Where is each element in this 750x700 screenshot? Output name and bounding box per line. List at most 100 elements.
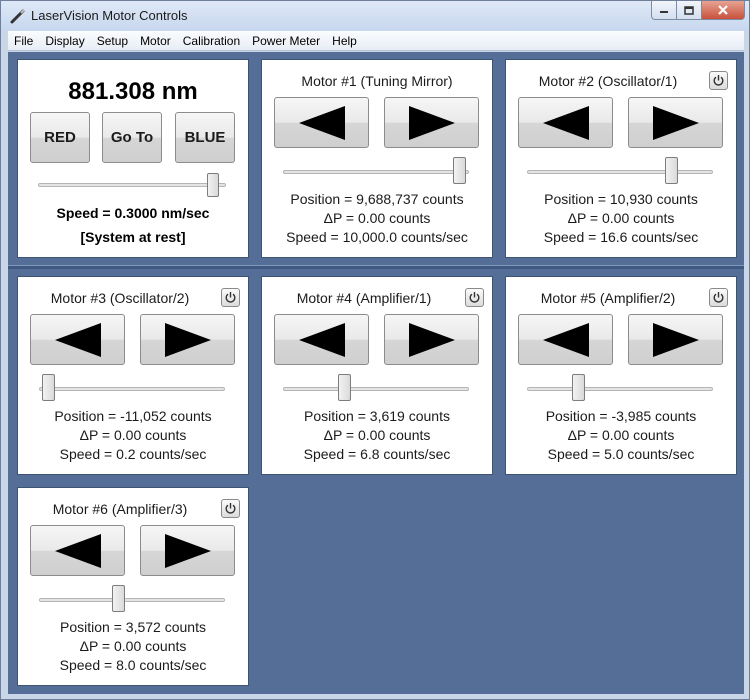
move-left-button[interactable] [30, 525, 125, 576]
delta-text: ΔP = 0.00 counts [79, 427, 187, 443]
motor-title: Motor #2 (Oscillator/1) [538, 73, 678, 89]
position-text: Position = -3,985 counts [545, 408, 697, 424]
motor-title: Motor #4 (Amplifier/1) [296, 290, 432, 306]
position-slider-track[interactable] [39, 387, 225, 391]
move-left-button[interactable] [274, 97, 369, 148]
delta-text: ΔP = 0.00 counts [323, 210, 431, 226]
wavelength-panel: 881.308 nm RED Go To BLUE Speed = 0.3000… [17, 59, 249, 258]
move-right-button[interactable] [384, 314, 479, 365]
arrow-left-icon [298, 322, 345, 357]
menu-help[interactable]: Help [326, 31, 363, 51]
laser-pen-icon [10, 9, 25, 24]
app-window: LaserVision Motor Controls File Display Se… [0, 0, 750, 700]
power-icon [225, 503, 236, 514]
wavelength-readout: 881.308 nm [68, 78, 198, 105]
position-text: Position = 3,619 counts [304, 408, 450, 424]
position-slider-track[interactable] [39, 598, 225, 602]
power-icon [469, 292, 480, 303]
position-text: Position = 9,688,737 counts [290, 191, 464, 207]
motor-title: Motor #6 (Amplifier/3) [52, 501, 188, 517]
move-right-button[interactable] [628, 97, 723, 148]
position-slider-thumb[interactable] [665, 157, 679, 184]
maximize-button[interactable] [676, 1, 702, 20]
arrow-left-icon [542, 105, 589, 140]
speed-slider-thumb[interactable] [206, 173, 219, 197]
delta-text: ΔP = 0.00 counts [567, 210, 675, 226]
position-slider-thumb[interactable] [452, 157, 466, 184]
speed-text: Speed = 0.2 counts/sec [59, 446, 207, 462]
delta-text: ΔP = 0.00 counts [79, 638, 187, 654]
power-button[interactable] [465, 288, 484, 307]
window-title: LaserVision Motor Controls [31, 8, 188, 23]
motor-title: Motor #1 (Tuning Mirror) [301, 73, 453, 89]
minimize-button[interactable] [651, 1, 677, 20]
position-slider-track[interactable] [283, 170, 469, 174]
move-left-button[interactable] [30, 314, 125, 365]
position-slider-track[interactable] [527, 387, 713, 391]
power-icon [713, 75, 724, 86]
motor-panel-3: Motor #3 (Oscillator/2) Position = -11,05… [17, 276, 249, 475]
power-button[interactable] [221, 288, 240, 307]
speed-text: Speed = 8.0 counts/sec [59, 657, 207, 673]
power-icon [225, 292, 236, 303]
position-slider-thumb[interactable] [571, 374, 585, 401]
menu-calibration[interactable]: Calibration [177, 31, 246, 51]
power-icon [713, 292, 724, 303]
motor-panel-5: Motor #5 (Amplifier/2) Position = -3,985 … [505, 276, 737, 475]
position-text: Position = -11,052 counts [54, 408, 212, 424]
speed-text: Speed = 16.6 counts/sec [543, 229, 699, 245]
position-text: Position = 3,572 counts [60, 619, 206, 635]
motor-panel-6: Motor #6 (Amplifier/3) Position = 3,572 c… [17, 487, 249, 686]
move-right-button[interactable] [628, 314, 723, 365]
minimize-icon [660, 11, 668, 13]
position-slider-thumb[interactable] [111, 585, 125, 612]
arrow-left-icon [54, 322, 101, 357]
motor-panel-4: Motor #4 (Amplifier/1) Position = 3,619 c… [261, 276, 493, 475]
arrow-right-icon [652, 105, 699, 140]
motor-panel-2: Motor #2 (Oscillator/1) Position = 10,930… [505, 59, 737, 258]
arrow-right-icon [164, 533, 211, 568]
power-button[interactable] [709, 288, 728, 307]
position-text: Position = 10,930 counts [544, 191, 698, 207]
power-button[interactable] [221, 499, 240, 518]
title-bar[interactable]: LaserVision Motor Controls [1, 1, 749, 31]
menu-display[interactable]: Display [39, 31, 90, 51]
motor-grid: 881.308 nm RED Go To BLUE Speed = 0.3000… [8, 52, 744, 694]
menu-motor[interactable]: Motor [134, 31, 177, 51]
speed-text: Speed = 5.0 counts/sec [547, 446, 695, 462]
move-left-button[interactable] [518, 97, 613, 148]
menu-setup[interactable]: Setup [91, 31, 134, 51]
arrow-left-icon [54, 533, 101, 568]
arrow-right-icon [408, 105, 455, 140]
menu-power-meter[interactable]: Power Meter [246, 31, 326, 51]
speed-slider-track[interactable] [38, 183, 226, 187]
move-left-button[interactable] [274, 314, 369, 365]
move-right-button[interactable] [140, 314, 235, 365]
close-icon [718, 5, 728, 15]
position-slider-thumb[interactable] [338, 374, 352, 401]
motor-title: Motor #3 (Oscillator/2) [50, 290, 190, 306]
arrow-right-icon [408, 322, 455, 357]
power-button[interactable] [709, 71, 728, 90]
speed-text: Speed = 0.3000 nm/sec [56, 205, 210, 221]
move-left-button[interactable] [518, 314, 613, 365]
position-slider-track[interactable] [283, 387, 469, 391]
delta-text: ΔP = 0.00 counts [567, 427, 675, 443]
close-button[interactable] [701, 1, 745, 20]
move-right-button[interactable] [140, 525, 235, 576]
red-button[interactable]: RED [30, 112, 90, 163]
row-divider [8, 265, 744, 269]
motor-title: Motor #5 (Amplifier/2) [540, 290, 676, 306]
speed-text: Speed = 10,000.0 counts/sec [286, 229, 468, 245]
position-slider-track[interactable] [527, 170, 713, 174]
move-right-button[interactable] [384, 97, 479, 148]
goto-button[interactable]: Go To [102, 112, 162, 163]
menu-bar: File Display Setup Motor Calibration Power Me… [8, 31, 744, 51]
status-text: [System at rest] [80, 229, 186, 245]
arrow-right-icon [164, 322, 211, 357]
position-slider-thumb[interactable] [42, 374, 56, 401]
blue-button[interactable]: BLUE [175, 112, 235, 163]
arrow-left-icon [298, 105, 345, 140]
menu-file[interactable]: File [8, 31, 39, 51]
delta-text: ΔP = 0.00 counts [323, 427, 431, 443]
